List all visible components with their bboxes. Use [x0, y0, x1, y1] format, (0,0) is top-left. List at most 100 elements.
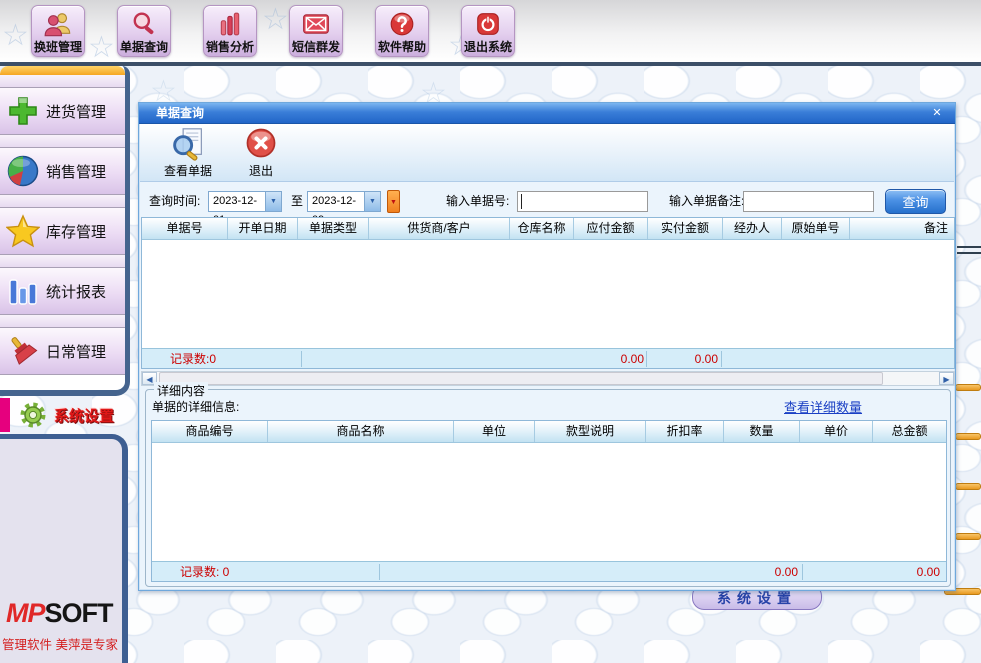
sidebar-spacer — [0, 315, 125, 328]
sidebar-item-reports[interactable]: 统计报表 — [0, 268, 125, 315]
top-toolbar: ☆ ☆ ☆ ☆ 换班管理 单据查询 — [0, 0, 981, 62]
payable-total: 0.00 — [574, 349, 644, 369]
orange-handle-decoration — [955, 533, 981, 540]
column-header[interactable]: 款型说明 — [535, 421, 646, 442]
exit-label: 退出 — [249, 162, 273, 179]
chevron-down-icon[interactable]: ▼ — [364, 192, 380, 211]
column-header[interactable]: 备注 — [850, 218, 954, 239]
logo-soft: SOFT — [45, 598, 113, 628]
date-from-value: 2023-12-01 — [209, 192, 265, 211]
sidebar-item-label: 日常管理 — [46, 341, 106, 362]
view-detail-quantity-link[interactable]: 查看详细数量 — [784, 397, 862, 416]
bills-table[interactable]: 单据号 开单日期 单据类型 供货商/客户 仓库名称 应付金额 实付金额 经办人 … — [141, 217, 955, 369]
star-decoration: ☆ — [88, 30, 115, 65]
bill-no-label: 输入单据号: — [446, 191, 509, 212]
magnifier-icon — [131, 8, 157, 40]
sales-bars-icon — [217, 8, 243, 40]
column-header[interactable]: 供货商/客户 — [369, 218, 510, 239]
detail-table-header: 商品编号 商品名称 单位 款型说明 折扣率 数量 单价 总金额 — [152, 421, 946, 443]
sidebar-item-inventory[interactable]: 库存管理 — [0, 208, 125, 255]
sidebar-spacer — [0, 75, 125, 88]
sidebar-item-label: 销售管理 — [46, 161, 106, 182]
footer-separator — [802, 564, 803, 580]
chevron-down-icon[interactable]: ▼ — [265, 192, 281, 211]
sidebar-item-label: 进货管理 — [46, 101, 106, 122]
detail-groupbox: 详细内容 单据的详细信息: 查看详细数量 商品编号 商品名称 单位 款型说明 折… — [145, 389, 951, 587]
amount-total: 0.00 — [917, 562, 940, 582]
orange-handle-decoration — [955, 433, 981, 440]
envelope-icon — [302, 8, 330, 40]
column-header[interactable]: 折扣率 — [646, 421, 724, 442]
column-header[interactable]: 原始单号 — [782, 218, 850, 239]
pie-chart-icon — [0, 154, 46, 188]
column-header[interactable]: 仓库名称 — [510, 218, 574, 239]
dialog-title-bar[interactable]: 单据查询 ✕ — [139, 103, 955, 124]
column-header[interactable]: 商品名称 — [268, 421, 454, 442]
column-header[interactable]: 单据号 — [142, 218, 228, 239]
star-decoration: ☆ — [262, 2, 289, 37]
toolbar-button-bill-query[interactable]: 单据查询 — [117, 5, 171, 57]
sidebar-item-settings[interactable]: 系统设置 — [0, 398, 130, 432]
date-to-value: 2023-12-09 — [308, 192, 364, 211]
dialog-toolbar: 查看单据 退出 — [140, 124, 954, 182]
remark-input[interactable] — [743, 191, 874, 212]
column-header[interactable]: 总金额 — [873, 421, 946, 442]
bill-no-input[interactable] — [517, 191, 648, 212]
scrollbar-track[interactable] — [157, 372, 939, 385]
records-count: 记录数: 0 — [180, 562, 229, 582]
horizontal-scrollbar[interactable]: ◀ ▶ — [141, 371, 955, 386]
text-caret — [521, 194, 522, 209]
sidebar-item-label: 库存管理 — [46, 221, 106, 242]
toolbar-button-exit-system[interactable]: 退出系统 — [461, 5, 515, 57]
toolbar-button-sms-broadcast[interactable]: 短信群发 — [289, 5, 343, 57]
app-window: ☆ ☆ ☆ ☆ 换班管理 单据查询 — [0, 0, 981, 663]
sidebar-item-daily[interactable]: 日常管理 — [0, 328, 125, 375]
equal-mark-decoration — [957, 246, 981, 254]
dialog-title: 单据查询 — [156, 106, 204, 120]
column-header[interactable]: 单价 — [800, 421, 873, 442]
detail-table[interactable]: 商品编号 商品名称 单位 款型说明 折扣率 数量 单价 总金额 记录数: 0 0… — [151, 420, 947, 582]
sidebar-spacer — [0, 135, 125, 148]
logo-mp: MP — [6, 598, 45, 628]
column-header[interactable]: 商品编号 — [152, 421, 268, 442]
paid-total: 0.00 — [648, 349, 718, 369]
date-quick-pick-button[interactable]: ▼ — [387, 190, 400, 213]
column-header[interactable]: 经办人 — [723, 218, 782, 239]
scroll-right-icon[interactable]: ▶ — [939, 372, 954, 385]
column-header[interactable]: 单位 — [454, 421, 535, 442]
toolbar-button-label: 换班管理 — [34, 40, 82, 54]
sidebar-item-sales[interactable]: 销售管理 — [0, 148, 125, 195]
column-header[interactable]: 开单日期 — [228, 218, 298, 239]
remark-label: 输入单据备注: — [669, 191, 744, 212]
toolbar-button-shift-management[interactable]: 换班管理 — [31, 5, 85, 57]
sidebar-spacer — [0, 195, 125, 208]
green-plus-icon — [0, 94, 46, 128]
toolbar-button-label: 软件帮助 — [378, 40, 426, 54]
sidebar-item-purchase[interactable]: 进货管理 — [0, 88, 125, 135]
bills-table-header: 单据号 开单日期 单据类型 供货商/客户 仓库名称 应付金额 实付金额 经办人 … — [142, 218, 954, 240]
toolbar-button-help[interactable]: 软件帮助 — [375, 5, 429, 57]
scrollbar-thumb[interactable] — [159, 372, 883, 385]
detail-group-title: 详细内容 — [154, 382, 208, 399]
column-header[interactable]: 实付金额 — [648, 218, 723, 239]
footer-separator — [721, 351, 722, 367]
dialog-exit-button[interactable]: 退出 — [236, 127, 286, 179]
close-icon[interactable]: ✕ — [929, 103, 945, 124]
brush-icon — [0, 334, 46, 368]
records-count: 记录数:0 — [170, 349, 216, 369]
toolbar-button-sales-analysis[interactable]: 销售分析 — [203, 5, 257, 57]
query-time-label: 查询时间: — [149, 191, 200, 212]
toolbar-button-label: 退出系统 — [464, 40, 512, 54]
date-from-select[interactable]: 2023-12-01 ▼ — [208, 191, 282, 212]
search-button[interactable]: 查询 — [885, 189, 946, 214]
view-bill-button[interactable]: 查看单据 — [150, 127, 226, 179]
column-header[interactable]: 应付金额 — [574, 218, 648, 239]
toolbar-button-label: 单据查询 — [120, 40, 168, 54]
sidebar: 进货管理 销售管理 库存管理 — [0, 66, 130, 396]
toolbar-button-label: 短信群发 — [292, 40, 340, 54]
sidebar-spacer — [0, 255, 125, 268]
column-header[interactable]: 数量 — [724, 421, 800, 442]
column-header[interactable]: 单据类型 — [298, 218, 369, 239]
date-to-select[interactable]: 2023-12-09 ▼ — [307, 191, 381, 212]
to-label: 至 — [291, 191, 303, 212]
